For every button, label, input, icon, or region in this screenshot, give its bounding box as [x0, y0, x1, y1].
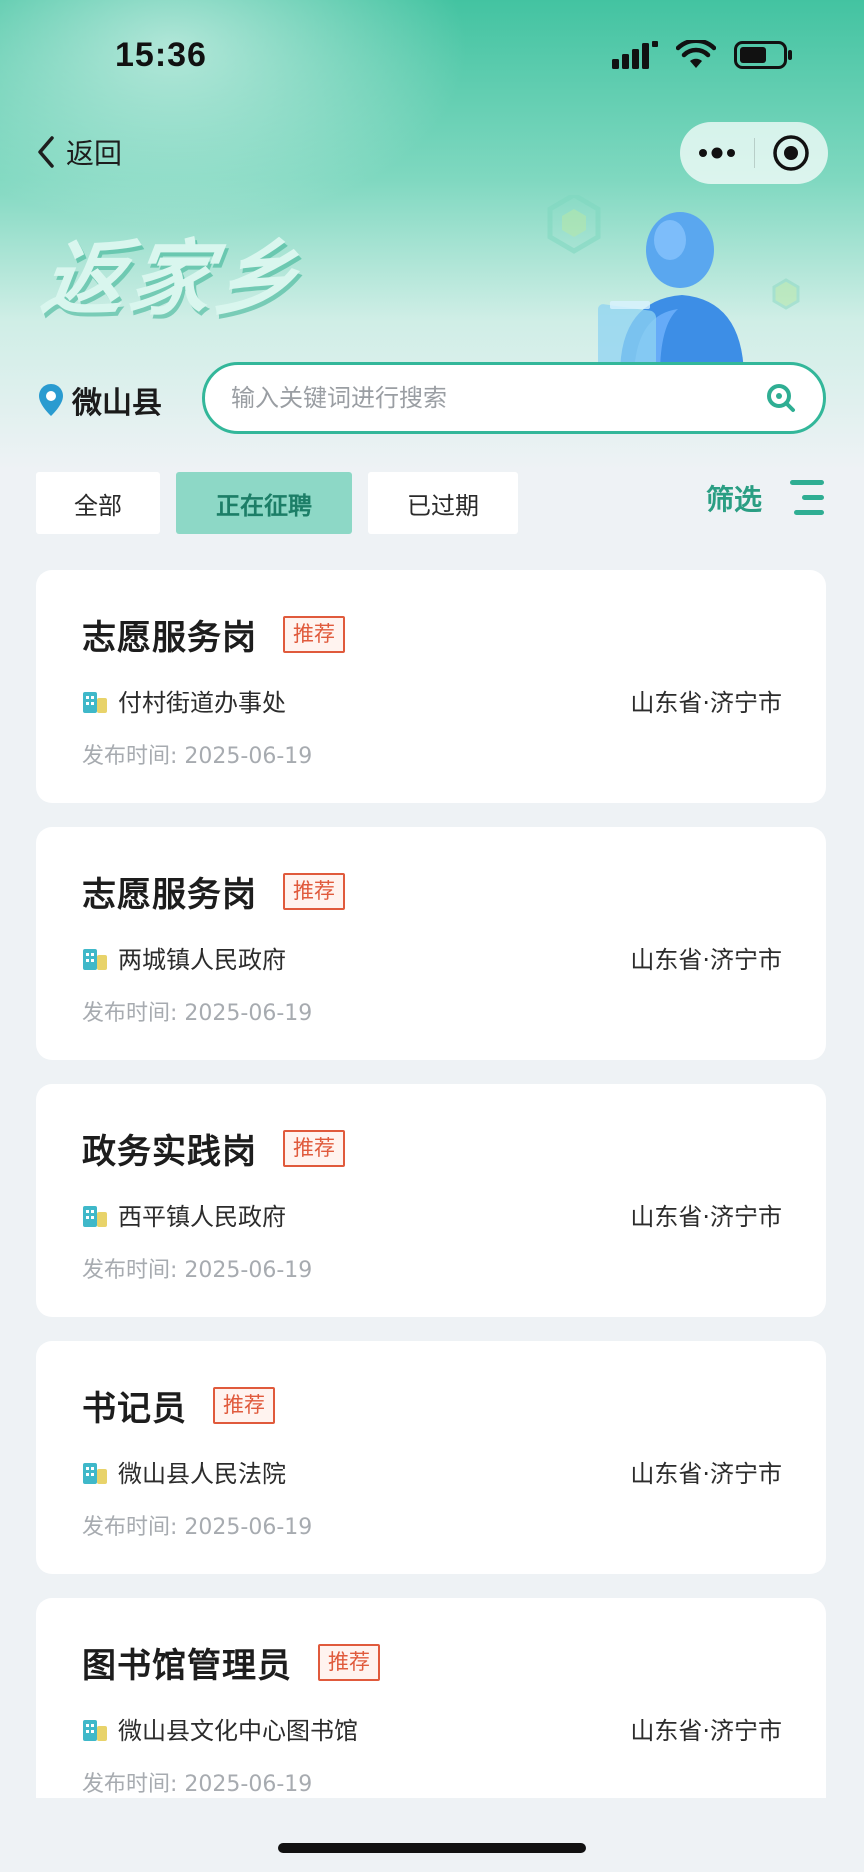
hero-person-illustration	[547, 195, 800, 375]
back-label: 返回	[66, 137, 123, 170]
recommend-badge: 推荐	[213, 1387, 275, 1424]
job-title: 书记员	[82, 1389, 187, 1429]
job-date: 发布时间: 2025-06-19	[82, 1515, 313, 1540]
home-indicator	[278, 1843, 586, 1853]
job-title-row: 志愿服务岗 推荐	[82, 610, 345, 659]
job-title-row: 书记员 推荐	[82, 1381, 275, 1430]
hero-title: 返家乡	[36, 232, 308, 327]
job-org: 付村街道办事处	[118, 689, 286, 717]
job-card[interactable]: 志愿服务岗 推荐 两城镇人民政府 山东省·济宁市 发布时间: 2025-06-1…	[36, 827, 826, 1060]
location-county: 微山县	[72, 386, 162, 421]
job-region: 山东省·济宁市	[630, 946, 782, 974]
back-button[interactable]: 返回	[36, 132, 122, 172]
job-title: 志愿服务岗	[82, 618, 257, 658]
filter-button[interactable]: 筛选	[706, 478, 826, 518]
job-date: 发布时间: 2025-06-19	[82, 744, 313, 769]
job-title: 图书馆管理员	[82, 1646, 292, 1686]
search-bar	[202, 362, 826, 434]
building-icon	[83, 1719, 107, 1741]
filter-icon	[790, 480, 824, 515]
job-org: 西平镇人民政府	[118, 1203, 286, 1231]
chevron-left-icon	[38, 136, 54, 168]
job-card[interactable]: 志愿服务岗 推荐 付村街道办事处 山东省·济宁市 发布时间: 2025-06-1…	[36, 570, 826, 803]
job-region: 山东省·济宁市	[630, 1203, 782, 1231]
wifi-icon	[676, 40, 716, 68]
tab-all[interactable]: 全部	[36, 472, 160, 534]
job-title-row: 图书馆管理员 推荐	[82, 1638, 380, 1687]
job-org-row: 西平镇人民政府	[82, 1197, 286, 1232]
close-button[interactable]	[755, 122, 829, 184]
job-date: 发布时间: 2025-06-19	[82, 1258, 313, 1283]
status-time: 15:36	[115, 36, 207, 74]
search-icon[interactable]	[765, 382, 797, 414]
more-dots-icon	[698, 147, 735, 159]
job-org-row: 两城镇人民政府	[82, 940, 286, 975]
more-button[interactable]	[680, 122, 754, 184]
job-date: 发布时间: 2025-06-19	[82, 1001, 313, 1026]
job-org: 两城镇人民政府	[118, 946, 286, 974]
status-tabs: 全部 正在征聘 已过期	[36, 472, 518, 534]
job-title-row: 政务实践岗 推荐	[82, 1124, 345, 1173]
tab-expired[interactable]: 已过期	[368, 472, 518, 534]
tab-recruiting[interactable]: 正在征聘	[176, 472, 352, 534]
job-title-row: 志愿服务岗 推荐	[82, 867, 345, 916]
battery-icon	[734, 41, 792, 69]
location-selector[interactable]: 微山县	[38, 378, 162, 422]
recommend-badge: 推荐	[283, 873, 345, 910]
job-date: 发布时间: 2025-06-19	[82, 1772, 313, 1797]
recommend-badge: 推荐	[283, 616, 345, 653]
location-pin-icon	[39, 384, 63, 416]
building-icon	[83, 1462, 107, 1484]
mini-program-capsule	[680, 122, 828, 184]
job-region: 山东省·济宁市	[630, 1717, 782, 1745]
job-title: 政务实践岗	[82, 1132, 257, 1172]
filter-label: 筛选	[705, 483, 762, 516]
job-org-row: 付村街道办事处	[82, 683, 286, 718]
status-icons	[612, 40, 794, 70]
building-icon	[83, 691, 107, 713]
recommend-badge: 推荐	[318, 1644, 380, 1681]
cellular-signal-icon	[612, 41, 658, 69]
job-card[interactable]: 政务实践岗 推荐 西平镇人民政府 山东省·济宁市 发布时间: 2025-06-1…	[36, 1084, 826, 1317]
job-org-row: 微山县人民法院	[82, 1454, 286, 1489]
job-list: 志愿服务岗 推荐 付村街道办事处 山东省·济宁市 发布时间: 2025-06-1…	[36, 570, 826, 1798]
status-bar: 15:36	[0, 0, 864, 110]
job-org: 微山县人民法院	[118, 1460, 286, 1488]
job-region: 山东省·济宁市	[630, 1460, 782, 1488]
job-org-row: 微山县文化中心图书馆	[82, 1711, 358, 1746]
job-title: 志愿服务岗	[82, 875, 257, 915]
recommend-badge: 推荐	[283, 1130, 345, 1167]
job-org: 微山县文化中心图书馆	[118, 1717, 358, 1745]
building-icon	[83, 948, 107, 970]
job-card[interactable]: 书记员 推荐 微山县人民法院 山东省·济宁市 发布时间: 2025-06-19	[36, 1341, 826, 1574]
job-card[interactable]: 图书馆管理员 推荐 微山县文化中心图书馆 山东省·济宁市 发布时间: 2025-…	[36, 1598, 826, 1798]
job-region: 山东省·济宁市	[630, 689, 782, 717]
building-icon	[83, 1205, 107, 1227]
target-close-icon	[773, 135, 809, 171]
search-input[interactable]	[231, 384, 765, 412]
